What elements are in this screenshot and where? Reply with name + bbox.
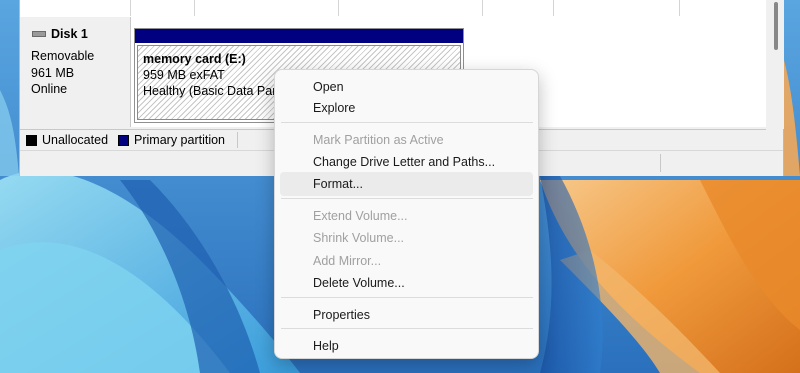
- status-bar-separator: [660, 154, 661, 172]
- menu-item-help[interactable]: Help: [280, 334, 533, 358]
- disk-status: Online: [31, 82, 68, 96]
- disk-title: Disk 1: [32, 27, 88, 41]
- volume-list[interactable]: [20, 0, 766, 18]
- menu-separator: [281, 297, 533, 298]
- unallocated-swatch: [26, 134, 37, 146]
- removable-disk-icon: [32, 31, 46, 37]
- legend-primary-label: Primary partition: [134, 133, 226, 147]
- volume-list-column: [339, 0, 483, 16]
- menu-item-properties[interactable]: Properties: [280, 303, 533, 327]
- primary-swatch: [118, 134, 130, 146]
- partition-size-fs: 959 MB exFAT: [143, 68, 225, 82]
- menu-item-shrink-volume[interactable]: Shrink Volume...: [280, 226, 533, 250]
- disk-name: Disk 1: [51, 27, 88, 41]
- legend-primary: Primary partition: [118, 133, 225, 147]
- legend-unallocated-label: Unallocated: [42, 133, 109, 147]
- volume-list-column: [20, 0, 131, 16]
- menu-item-delete-volume[interactable]: Delete Volume...: [280, 271, 533, 295]
- volume-list-column: [483, 0, 554, 16]
- partition-name: memory card (E:): [143, 52, 246, 66]
- menu-separator: [281, 122, 533, 123]
- legend-unallocated: Unallocated: [26, 133, 108, 147]
- menu-separator: [281, 328, 533, 329]
- menu-item-mark-partition-active[interactable]: Mark Partition as Active: [280, 128, 533, 152]
- menu-item-extend-volume[interactable]: Extend Volume...: [280, 204, 533, 228]
- menu-item-change-drive-letter[interactable]: Change Drive Letter and Paths...: [280, 150, 533, 174]
- vertical-scrollbar[interactable]: [768, 0, 784, 129]
- volume-list-column: [131, 0, 195, 16]
- menu-separator: [281, 198, 533, 199]
- volume-list-column: [554, 0, 680, 16]
- context-menu: Open Explore Mark Partition as Active Ch…: [274, 69, 539, 359]
- menu-item-format[interactable]: Format...: [280, 172, 533, 196]
- volume-list-column: [195, 0, 339, 16]
- partition-color-bar: [135, 29, 463, 43]
- scrollbar-thumb[interactable]: [774, 2, 778, 50]
- legend-separator: [237, 132, 239, 148]
- disk-size: 961 MB: [31, 66, 75, 80]
- menu-item-add-mirror[interactable]: Add Mirror...: [280, 249, 533, 273]
- menu-item-explore[interactable]: Explore: [280, 96, 533, 120]
- disk-info-panel[interactable]: Disk 1 Removable 961 MB Online: [20, 17, 131, 127]
- disk-type: Removable: [31, 49, 95, 63]
